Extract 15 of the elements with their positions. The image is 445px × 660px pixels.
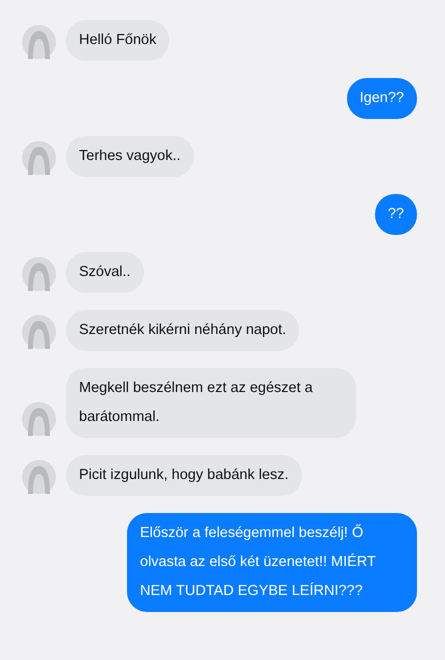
message-bubble: Picit izgulunk, hogy babánk lesz. xyxy=(66,455,302,496)
avatar-icon xyxy=(22,315,56,349)
avatar-icon xyxy=(22,257,56,291)
avatar-icon xyxy=(22,402,56,436)
avatar-icon xyxy=(22,141,56,175)
message-bubble: Szeretnék kikérni néhány napot. xyxy=(66,310,300,351)
message-bubble: Szóval.. xyxy=(66,252,144,293)
message-bubble: Először a feleségemmel beszélj! Ő olvasta az első két üzenetet!! MIÉRT NEM TUDTAD EGYBE LEÍRNI??? xyxy=(127,513,417,612)
message-bubble: Terhes vagyok.. xyxy=(66,136,194,177)
message-bubble: Megkell beszélnem ezt az egészet a barátommal. xyxy=(66,368,356,438)
message-bubble: ?? xyxy=(374,194,417,235)
avatar-icon xyxy=(22,25,56,59)
avatar-icon xyxy=(22,460,56,494)
message-bubble: Igen?? xyxy=(346,78,417,119)
message-bubble: Helló Főnök xyxy=(66,20,170,61)
